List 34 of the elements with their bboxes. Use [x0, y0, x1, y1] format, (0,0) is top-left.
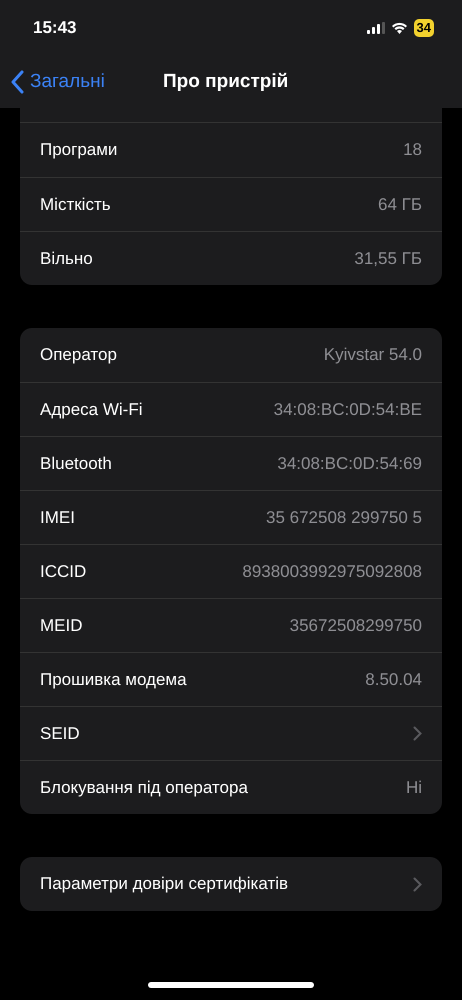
row-label: MEID: [40, 616, 84, 636]
status-time: 15:43: [33, 18, 78, 38]
row-value: Ні: [406, 778, 422, 798]
row-label: Місткість: [40, 194, 112, 214]
back-chevron-icon: [10, 70, 24, 94]
row-label: Програми: [40, 140, 118, 160]
chevron-icon: [413, 876, 422, 892]
row-value: 18: [403, 140, 422, 160]
row-value: 8.50.04: [365, 670, 422, 690]
row-label: Блокування під оператора: [40, 778, 249, 798]
row-value: 31,55 ГБ: [354, 248, 422, 268]
row-value: 8938003992975092808: [242, 562, 422, 582]
row-value: 64 ГБ: [378, 194, 422, 214]
settings-row[interactable]: Параметри довіри сертифікатів: [20, 857, 442, 911]
row-value: 34:08:BC:0D:54:69: [277, 454, 422, 474]
home-indicator[interactable]: [148, 982, 314, 988]
settings-row[interactable]: SEID: [20, 706, 442, 760]
wifi-icon: [390, 22, 408, 34]
battery-level: 34: [414, 19, 434, 37]
row-label: Bluetooth: [40, 454, 113, 474]
row-label: Прошивка модема: [40, 670, 188, 690]
row-label: Вільно: [40, 248, 94, 268]
chevron-icon: [413, 726, 422, 741]
row-value: 35 672508 299750 5: [266, 508, 422, 528]
signal-icon: [366, 22, 385, 34]
row-label: IMEI: [40, 508, 76, 528]
screen-title: Про пристрій: [163, 71, 288, 93]
row-label: Адреса Wi-Fi: [40, 400, 144, 420]
row-value: Kyivstar 54.0: [324, 345, 422, 365]
row-label: Оператор: [40, 345, 118, 365]
row-label: ICCID: [40, 562, 88, 582]
back-button[interactable]: Загальні: [10, 70, 105, 94]
row-value: 34:08:BC:0D:54:BE: [274, 400, 422, 420]
row-value: 35672508299750: [290, 616, 422, 636]
